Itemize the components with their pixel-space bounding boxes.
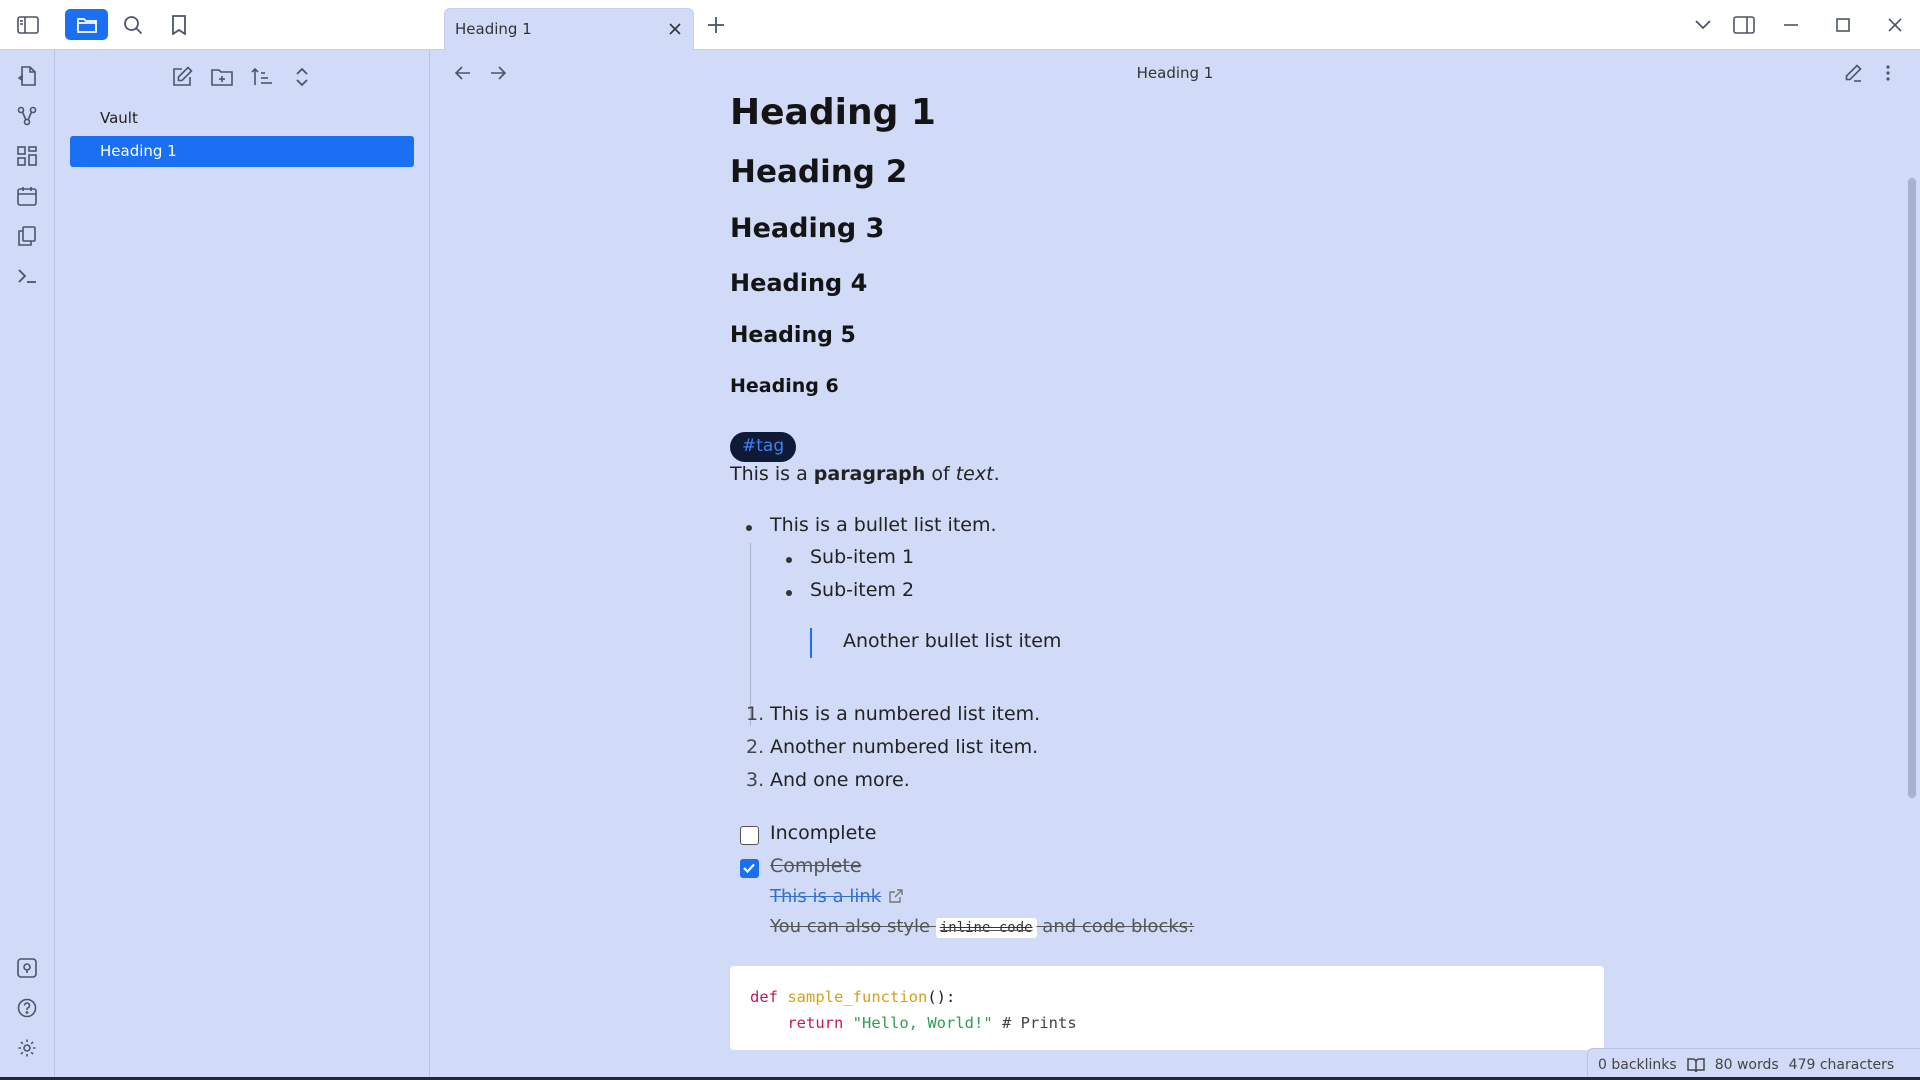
task-complete: Complete (770, 855, 862, 877)
numbered-item-1: This is a numbered list item. (770, 703, 1041, 725)
blockquote-text: Another bullet list item (843, 630, 1062, 652)
heading-6: Heading 6 (730, 375, 839, 397)
link-line: This is a link (770, 886, 903, 908)
left-top-bar (0, 0, 430, 50)
new-note-icon[interactable] (169, 64, 195, 90)
new-folder-icon[interactable] (209, 64, 235, 90)
tab-title: Heading 1 (455, 20, 532, 38)
open-quick-switcher-icon[interactable] (13, 62, 41, 90)
minimize-icon[interactable] (1778, 12, 1804, 38)
window-close-icon[interactable] (1882, 12, 1908, 38)
heading-2: Heading 2 (730, 154, 908, 190)
chevron-down-icon[interactable] (1690, 12, 1716, 38)
ribbon (0, 50, 55, 1080)
maximize-icon[interactable] (1830, 12, 1856, 38)
task-incomplete: Incomplete (770, 822, 877, 844)
close-icon[interactable] (665, 19, 685, 39)
right-sidebar-toggle-icon[interactable] (1731, 12, 1757, 38)
view-header-title: Heading 1 (1136, 64, 1214, 82)
daily-note-icon[interactable] (13, 182, 41, 210)
bullet-marker (786, 590, 792, 596)
heading-1: Heading 1 (730, 92, 936, 133)
list-number: 1. (746, 703, 765, 725)
task-checkbox-incomplete[interactable] (740, 826, 759, 845)
bullet-list-item: This is a bullet list item. (770, 514, 997, 536)
new-tab-icon[interactable] (703, 12, 729, 38)
templates-icon[interactable] (13, 222, 41, 250)
heading-3: Heading 3 (730, 213, 885, 244)
character-count: 479 characters (1788, 1056, 1895, 1073)
vault-root[interactable]: Vault (100, 109, 138, 127)
numbered-item-3: And one more. (770, 769, 910, 791)
sub-item-2: Sub-item 2 (810, 579, 915, 601)
external-link[interactable]: This is a link (770, 886, 881, 907)
vault-switcher-icon[interactable] (13, 954, 41, 982)
graph-icon[interactable] (13, 102, 41, 130)
sort-icon[interactable] (249, 64, 275, 90)
blockquote-bar (810, 628, 812, 658)
bookmark-icon[interactable] (164, 10, 194, 40)
file-explorer: Vault Heading 1 (55, 50, 430, 1080)
canvas-icon[interactable] (13, 142, 41, 170)
external-link-icon (889, 887, 903, 908)
tag-pill[interactable]: #tag (730, 432, 797, 462)
bullet-marker (746, 525, 752, 531)
heading-5: Heading 5 (730, 323, 856, 348)
files-tab-button[interactable] (65, 9, 108, 40)
style-text-line: You can also style inline code and code … (770, 916, 1195, 938)
edit-pencil-icon[interactable] (1840, 60, 1866, 86)
file-item-heading-1[interactable]: Heading 1 (70, 136, 414, 167)
editor-pane: Heading 1 Heading 1 Heading 2 Heading 3 … (430, 50, 1920, 1080)
reading-mode-icon[interactable] (1686, 1057, 1705, 1073)
search-icon[interactable] (118, 10, 148, 40)
inline-code: inline code (935, 918, 1037, 938)
scrollbar[interactable] (1908, 178, 1916, 798)
tab-heading-1[interactable]: Heading 1 (444, 8, 694, 50)
tab-bar: Heading 1 (430, 0, 1920, 50)
sidebar-toggle-icon[interactable] (13, 10, 43, 40)
numbered-item-2: Another numbered list item. (770, 736, 1039, 758)
bullet-marker (786, 557, 792, 563)
paragraph: This is a paragraph of text. (730, 463, 1000, 485)
status-bar: 0 backlinks 80 words 479 characters (1587, 1048, 1920, 1080)
task-checkbox-complete[interactable] (740, 859, 759, 878)
command-palette-icon[interactable] (13, 262, 41, 290)
list-number: 3. (746, 769, 765, 791)
collapse-all-icon[interactable] (289, 64, 315, 90)
sub-item-1: Sub-item 1 (810, 546, 915, 568)
list-indent-guide (750, 543, 751, 726)
code-block: def sample_function(): return "Hello, Wo… (730, 966, 1604, 1050)
more-options-icon[interactable] (1875, 60, 1901, 86)
list-number: 2. (746, 736, 765, 758)
word-count: 80 words (1714, 1056, 1779, 1073)
settings-icon[interactable] (13, 1034, 41, 1062)
heading-4: Heading 4 (730, 269, 868, 297)
help-icon[interactable] (13, 994, 41, 1022)
backlinks-count[interactable]: 0 backlinks (1598, 1057, 1677, 1073)
